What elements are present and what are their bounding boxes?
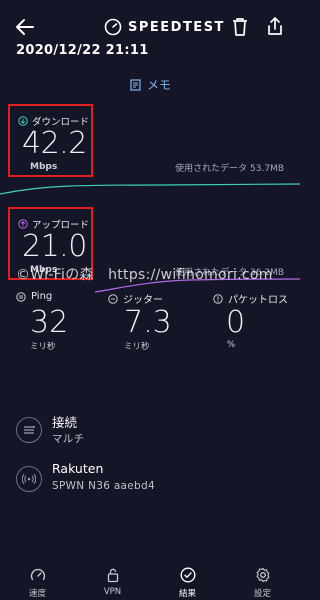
packet-loss-unit: % [227,340,236,350]
back-arrow-icon[interactable] [14,16,36,38]
connection-title: 接続 [52,415,78,430]
nav-results[interactable]: 結果 [150,555,225,600]
connection-icon [16,417,42,443]
packet-loss-label: パケットロス [213,291,288,306]
server-provider: Rakuten [52,461,104,476]
bottom-nav: 速度 VPN 結果 設定 [0,555,300,600]
download-value: 42.2 [22,126,87,161]
ping-value: 32 [30,305,69,340]
download-graph [0,183,300,195]
jitter-unit: ミリ秒 [124,342,150,352]
download-arrow-icon [18,116,28,126]
ping-icon [16,291,26,302]
jitter-label: ジッター [108,291,163,306]
nav-settings-label: 設定 [253,589,271,599]
memo-label: メモ [147,78,172,92]
server-icon [16,466,42,492]
trash-icon[interactable] [230,16,250,38]
nav-vpn[interactable]: VPN [75,555,150,600]
upload-value: 21.0 [22,229,87,264]
speedometer-icon [30,567,46,583]
nav-vpn-label: VPN [103,587,122,597]
ping-label: Ping [16,291,52,302]
jitter-label-text: ジッター [123,295,163,306]
check-circle-icon [179,567,196,583]
nav-speed-label: 速度 [28,589,46,599]
packet-loss-icon [213,293,223,304]
speedtest-logo-icon [104,18,122,36]
jitter-icon [108,293,118,304]
download-panel: ダウンロード 42.2 Mbps [8,104,93,177]
nav-results-label: 結果 [178,589,196,599]
share-icon[interactable] [265,15,285,37]
memo-icon [130,78,141,91]
memo-button[interactable]: メモ [130,76,171,93]
test-date-time: 2020/12/22 21:11 [16,43,149,58]
packet-loss-value: 0 [226,305,246,340]
nav-speed[interactable]: 速度 [0,555,75,600]
nav-settings[interactable]: 設定 [225,555,300,600]
upload-arrow-icon [18,219,28,229]
lock-icon [105,567,121,583]
ping-unit: ミリ秒 [30,342,56,352]
brand-title: SPEEDTEST [128,19,225,35]
jitter-value: 7.3 [124,305,172,340]
server-details: SPWN N36 aaebd4 [52,480,155,492]
watermark: ©Wi-Fiの森 https://wifinomori.com [16,267,273,283]
app-brand: SPEEDTEST [104,17,225,37]
connection-subtitle: マルチ [52,433,85,445]
gear-icon [255,567,271,583]
packet-loss-label-text: パケットロス [228,295,288,306]
ping-label-text: Ping [31,291,53,302]
